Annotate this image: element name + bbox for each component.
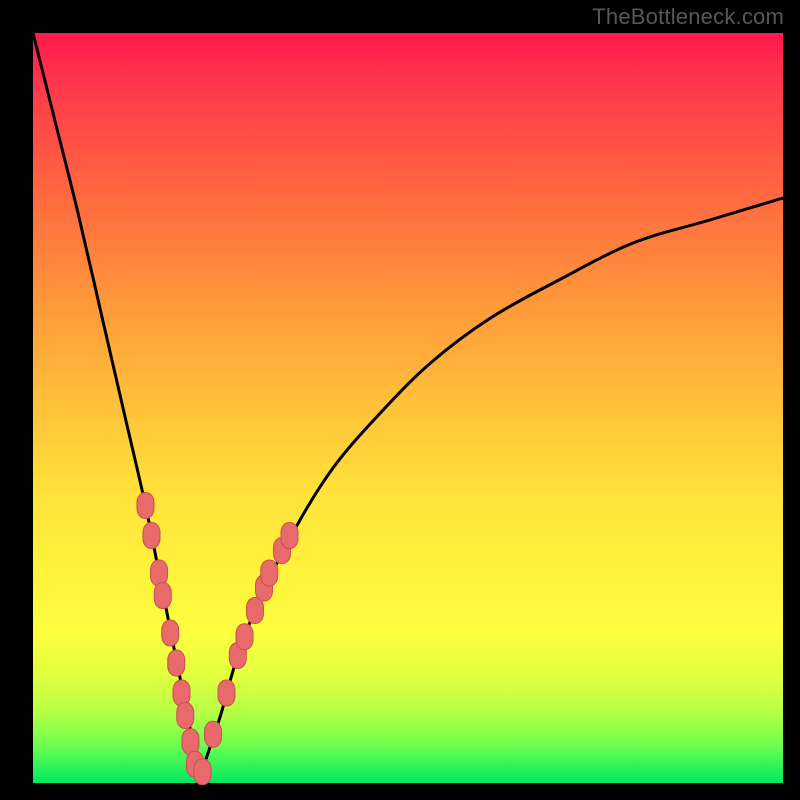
- marker-point: [177, 703, 194, 729]
- marker-point: [173, 680, 190, 706]
- marker-point: [143, 523, 160, 549]
- marker-point: [168, 650, 185, 676]
- bottleneck-curve: [33, 33, 783, 784]
- plot-area: [33, 33, 783, 783]
- curve-layer: [33, 33, 783, 783]
- watermark-text: TheBottleneck.com: [592, 4, 784, 30]
- marker-point: [137, 493, 154, 519]
- marker-point: [194, 759, 211, 785]
- marker-point: [218, 680, 235, 706]
- marker-point: [154, 583, 171, 609]
- sample-markers: [137, 493, 298, 785]
- marker-point: [205, 721, 222, 747]
- marker-point: [162, 620, 179, 646]
- marker-point: [236, 624, 253, 650]
- marker-point: [261, 560, 278, 586]
- chart-frame: TheBottleneck.com: [0, 0, 800, 800]
- marker-point: [281, 523, 298, 549]
- marker-point: [151, 560, 168, 586]
- marker-point: [247, 598, 264, 624]
